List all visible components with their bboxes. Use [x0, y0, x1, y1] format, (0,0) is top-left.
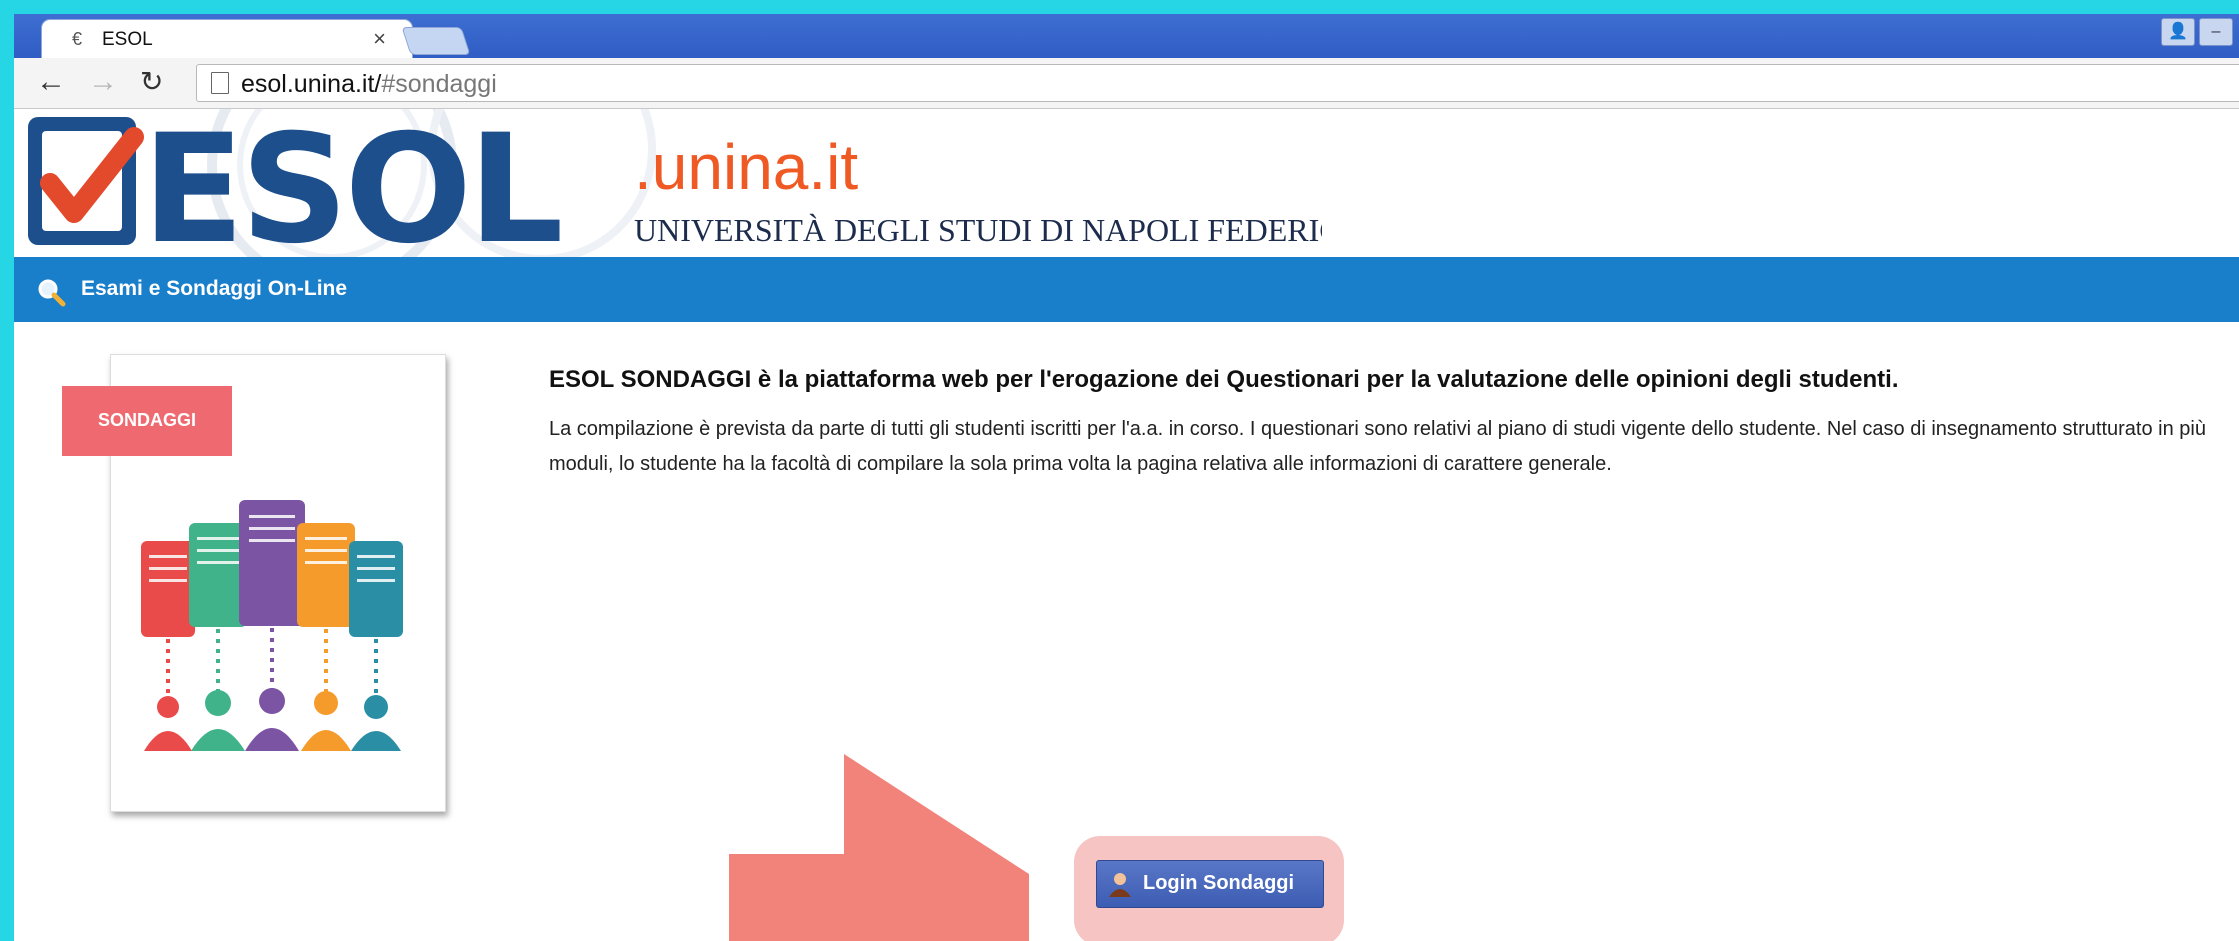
site-header: ESOL .unina.it UNIVERSITÀ DEGLI STUDI DI…: [14, 109, 2239, 257]
sondaggi-tag-label: SONDAGGI: [98, 410, 197, 430]
tab-title: ESOL: [102, 29, 153, 50]
reload-icon[interactable]: ↻: [140, 67, 163, 97]
back-icon[interactable]: ←: [36, 67, 66, 97]
profile-icon[interactable]: 👤: [2161, 18, 2195, 46]
login-sondaggi-button[interactable]: Login Sondaggi: [1096, 860, 1324, 908]
banner-title: Esami e Sondaggi On-Line: [81, 277, 348, 300]
arrow-pointer-icon: [729, 754, 1029, 941]
logo-domain: .unina.it: [634, 131, 858, 203]
url-text: esol.unina.it/#sondaggi: [241, 70, 497, 98]
esol-logo: ESOL .unina.it UNIVERSITÀ DEGLI STUDI DI…: [28, 109, 1322, 257]
people-figures: [144, 688, 401, 751]
login-button-label: Login Sondaggi: [1143, 872, 1295, 894]
sondaggi-tag: SONDAGGI: [62, 386, 232, 456]
page-icon: [211, 72, 229, 94]
user-icon: [1109, 873, 1131, 897]
esol-favicon-icon: €: [72, 29, 83, 49]
page-description: La compilazione è prevista da parte di t…: [549, 418, 2206, 475]
tab-strip: € ESOL × 👤 –: [14, 14, 2239, 58]
tab-close-icon[interactable]: ×: [373, 26, 386, 52]
address-bar[interactable]: esol.unina.it/#sondaggi: [196, 64, 2239, 102]
browser-toolbar: ← → ↻ esol.unina.it/#sondaggi: [14, 58, 2239, 109]
forward-icon[interactable]: →: [88, 67, 118, 97]
tab-esol[interactable]: € ESOL ×: [42, 20, 412, 58]
university-name: UNIVERSITÀ DEGLI STUDI DI NAPOLI FEDERIC…: [634, 212, 1322, 248]
minimize-button[interactable]: –: [2199, 18, 2233, 46]
browser-window: € ESOL × 👤 – ← → ↻ esol.unina.it/#sondag…: [14, 14, 2239, 941]
blue-banner: Esami e Sondaggi On-Line: [14, 257, 2239, 322]
window-controls: 👤 –: [2159, 16, 2239, 46]
search-icon: [38, 279, 66, 307]
new-tab-button[interactable]: [401, 27, 471, 55]
page-heading: ESOL SONDAGGI è la piattaforma web per l…: [549, 366, 1899, 393]
logo-text: ESOL: [142, 109, 560, 257]
